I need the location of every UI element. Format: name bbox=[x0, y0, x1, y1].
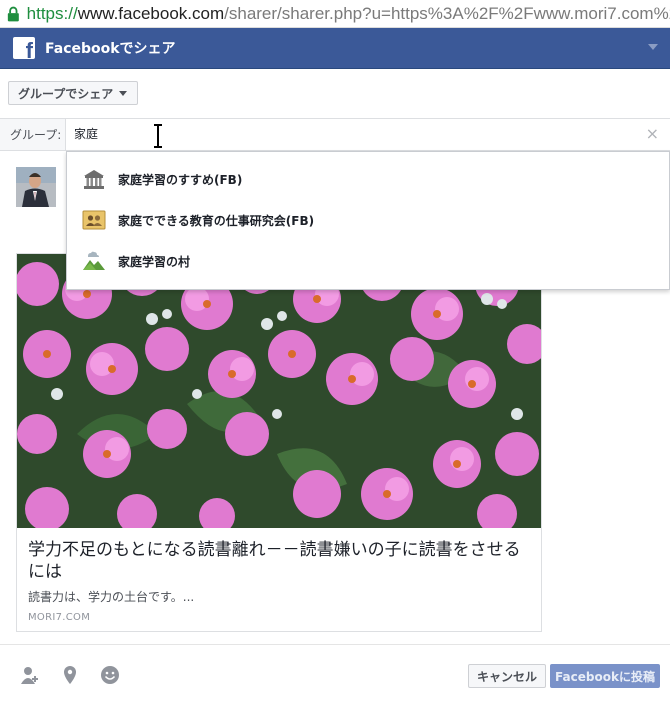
header-menu-caret-icon[interactable] bbox=[648, 44, 658, 50]
preview-description: 読書力は、学力の土台です。... bbox=[28, 590, 195, 604]
facebook-logo-icon: f bbox=[13, 37, 35, 59]
preview-domain: MORI7.COM bbox=[28, 612, 91, 623]
avatar bbox=[16, 167, 56, 207]
dialog-header: f Facebookでシェア bbox=[0, 28, 670, 69]
url-scheme: https:// bbox=[26, 3, 78, 23]
group-field-label: グループ: bbox=[0, 119, 66, 150]
suggestion-label: 家庭学習の村 bbox=[118, 255, 191, 269]
share-destination-dropdown[interactable]: グループでシェア bbox=[8, 81, 139, 105]
url-host: www.facebook.com bbox=[77, 3, 225, 23]
link-preview-card[interactable]: 学力不足のもとになる読書離れ－－読書嫌いの子に読書をさせるには 読書力は、学力の… bbox=[16, 253, 542, 632]
url-path: /sharer/sharer.php?u=https%3A%2F%2Fwww.m… bbox=[224, 3, 670, 23]
text-cursor-icon bbox=[154, 124, 162, 148]
preview-title[interactable]: 学力不足のもとになる読書離れ－－読書嫌いの子に読書をさせるには bbox=[28, 539, 528, 583]
cancel-button[interactable]: キャンセル bbox=[468, 664, 546, 688]
group-suggestions-dropdown: 家庭学習のすすめ(FB) 家庭でできる教育の仕事研究会(FB) 家庭学習の村 bbox=[66, 151, 670, 290]
preview-image bbox=[17, 254, 541, 528]
primrose-photo bbox=[17, 254, 541, 528]
chevron-down-icon bbox=[119, 90, 128, 96]
tag-friends-icon[interactable] bbox=[20, 665, 40, 685]
browser-url-bar[interactable]: https://www.facebook.com/sharer/sharer.p… bbox=[0, 0, 670, 28]
share-destination-label: グループでシェア bbox=[18, 86, 114, 101]
dialog-title: Facebookでシェア bbox=[45, 41, 176, 57]
avatar-image bbox=[16, 167, 56, 207]
suggestion-label: 家庭学習のすすめ(FB) bbox=[118, 173, 243, 187]
lock-icon bbox=[7, 6, 19, 21]
facebook-logo-letter: f bbox=[25, 38, 33, 60]
landscape-icon bbox=[83, 251, 105, 270]
group-search-row: グループ: × bbox=[0, 118, 670, 151]
suggestion-item[interactable]: 家庭学習の村 bbox=[67, 241, 669, 281]
clear-icon[interactable]: × bbox=[646, 125, 659, 143]
suggestion-item[interactable]: 家庭でできる教育の仕事研究会(FB) bbox=[67, 200, 669, 240]
url-text: https://www.facebook.com/sharer/sharer.p… bbox=[27, 4, 670, 24]
location-pin-icon[interactable] bbox=[60, 665, 80, 685]
group-people-icon bbox=[82, 210, 106, 230]
suggestion-label: 家庭でできる教育の仕事研究会(FB) bbox=[118, 214, 315, 228]
institution-icon bbox=[84, 170, 104, 189]
post-to-facebook-button[interactable]: Facebookに投稿 bbox=[550, 664, 660, 688]
suggestion-item[interactable]: 家庭学習のすすめ(FB) bbox=[67, 159, 669, 199]
emoji-icon[interactable] bbox=[100, 665, 120, 685]
dialog-footer: キャンセル Facebookに投稿 bbox=[0, 644, 670, 706]
group-search-input[interactable] bbox=[74, 126, 574, 140]
